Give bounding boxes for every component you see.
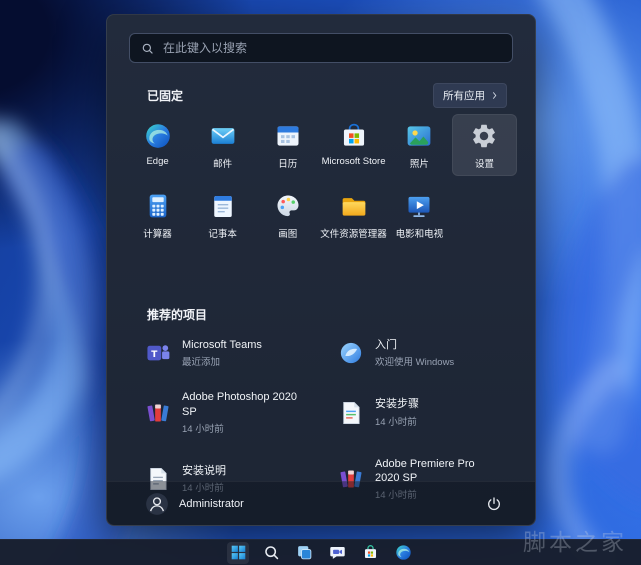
pinned-app-calendar[interactable]: 日历 xyxy=(255,114,320,176)
recommended-item-title: 安装步骤 xyxy=(375,397,419,411)
pinned-section-header: 已固定 所有应用 xyxy=(147,83,507,108)
taskbar xyxy=(0,539,641,565)
teams-icon: T xyxy=(145,340,171,366)
power-button[interactable] xyxy=(481,491,507,517)
edge-icon xyxy=(395,544,412,561)
recommended-item-subtitle: 14 小时前 xyxy=(375,414,419,428)
power-icon xyxy=(486,496,502,512)
store-icon xyxy=(362,544,379,561)
pinned-app-store[interactable]: Microsoft Store xyxy=(320,114,387,176)
edge-icon xyxy=(144,122,172,150)
app-label: 邮件 xyxy=(213,156,232,170)
recommended-item-subtitle: 最近添加 xyxy=(182,354,262,368)
photos-icon xyxy=(405,122,433,150)
pinned-app-edge[interactable]: Edge xyxy=(125,114,190,176)
windows-logo-icon xyxy=(230,544,247,561)
app-label: 记事本 xyxy=(208,226,237,240)
recommended-item-install-steps[interactable]: 安装步骤 14 小时前 xyxy=(324,383,511,442)
pinned-app-paint[interactable]: 画图 xyxy=(255,184,320,246)
pinned-app-grid: Edge 邮件 日历 xyxy=(125,114,517,246)
svg-text:T: T xyxy=(151,350,158,360)
chat-icon xyxy=(329,544,346,561)
task-view-button[interactable] xyxy=(293,542,315,564)
search-icon xyxy=(263,544,280,561)
pinned-title: 已固定 xyxy=(147,87,183,104)
avatar-icon xyxy=(145,492,169,516)
search-row xyxy=(107,15,535,63)
app-label: 计算器 xyxy=(143,226,172,240)
pinned-app-calculator[interactable]: 计算器 xyxy=(125,184,190,246)
recommended-item-get-started[interactable]: 入门 欢迎使用 Windows xyxy=(324,331,511,375)
search-icon xyxy=(141,42,154,55)
recommended-title: 推荐的项目 xyxy=(147,306,207,323)
all-apps-label: 所有应用 xyxy=(443,88,485,103)
archive-books-icon xyxy=(145,400,171,426)
recommended-item-title: Microsoft Teams xyxy=(182,338,262,352)
app-label: 文件资源管理器 xyxy=(320,226,387,240)
recommended-item-subtitle: 14 小时前 xyxy=(182,421,304,435)
notepad-icon xyxy=(209,192,237,220)
chevron-right-icon xyxy=(492,91,497,100)
taskbar-search-button[interactable] xyxy=(260,542,282,564)
recommended-item-teams[interactable]: T Microsoft Teams 最近添加 xyxy=(131,331,318,375)
pinned-app-mail[interactable]: 邮件 xyxy=(190,114,255,176)
steps-doc-icon xyxy=(338,400,364,426)
search-input[interactable] xyxy=(163,41,501,55)
edge-taskbar-button[interactable] xyxy=(392,542,414,564)
recommended-item-subtitle: 欢迎使用 Windows xyxy=(375,354,454,368)
app-label: Edge xyxy=(146,156,168,167)
recommended-item-title: Adobe Photoshop 2020 SP xyxy=(182,390,304,419)
start-button[interactable] xyxy=(227,542,249,564)
all-apps-button[interactable]: 所有应用 xyxy=(433,83,507,108)
store-button[interactable] xyxy=(359,542,381,564)
start-menu-panel: 已固定 所有应用 Edge 邮件 xyxy=(106,14,536,526)
app-label: 设置 xyxy=(475,156,494,170)
pinned-app-notepad[interactable]: 记事本 xyxy=(190,184,255,246)
pinned-app-movies-tv[interactable]: 电影和电视 xyxy=(387,184,452,246)
chat-button[interactable] xyxy=(326,542,348,564)
user-account-button[interactable]: Administrator xyxy=(145,492,244,516)
pinned-app-settings[interactable]: 设置 xyxy=(452,114,517,176)
calendar-icon xyxy=(274,122,302,150)
user-bar: Administrator xyxy=(107,481,535,525)
paint-icon xyxy=(274,192,302,220)
app-label: 照片 xyxy=(410,156,429,170)
app-label: 日历 xyxy=(278,156,297,170)
search-box[interactable] xyxy=(129,33,513,63)
app-label: Microsoft Store xyxy=(322,156,386,167)
recommended-item-photoshop[interactable]: Adobe Photoshop 2020 SP 14 小时前 xyxy=(131,383,318,442)
recommended-item-title: 安装说明 xyxy=(182,464,226,478)
pinned-app-file-explorer[interactable]: 文件资源管理器 xyxy=(320,184,387,246)
user-name: Administrator xyxy=(179,498,244,510)
calculator-icon xyxy=(144,192,172,220)
recommended-item-title: 入门 xyxy=(375,338,454,352)
get-started-icon xyxy=(338,340,364,366)
movies-tv-icon xyxy=(405,192,433,220)
pinned-app-photos[interactable]: 照片 xyxy=(387,114,452,176)
mail-icon xyxy=(209,122,237,150)
settings-gear-icon xyxy=(470,122,498,150)
app-label: 电影和电视 xyxy=(396,226,444,240)
app-label: 画图 xyxy=(278,226,297,240)
recommended-section-header: 推荐的项目 xyxy=(147,306,507,323)
file-explorer-icon xyxy=(340,192,368,220)
task-view-icon xyxy=(296,544,313,561)
store-icon xyxy=(340,122,368,150)
